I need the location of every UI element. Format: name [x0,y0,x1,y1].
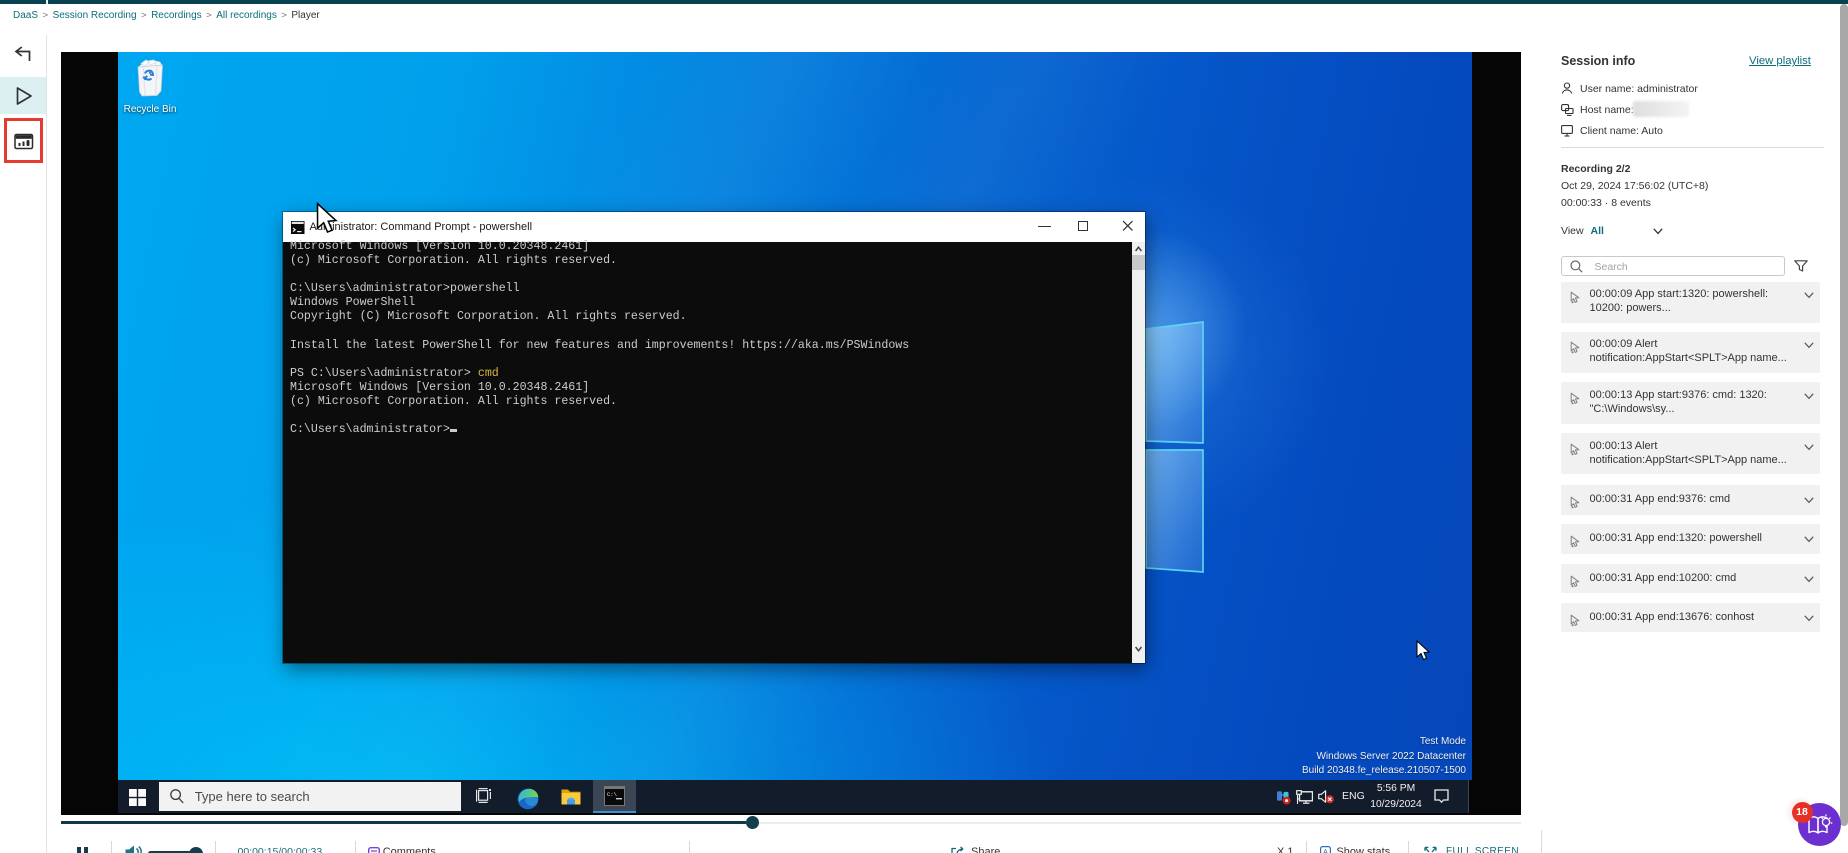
svg-text:C:\: C:\ [607,791,617,798]
svg-text:A: A [1323,849,1328,853]
